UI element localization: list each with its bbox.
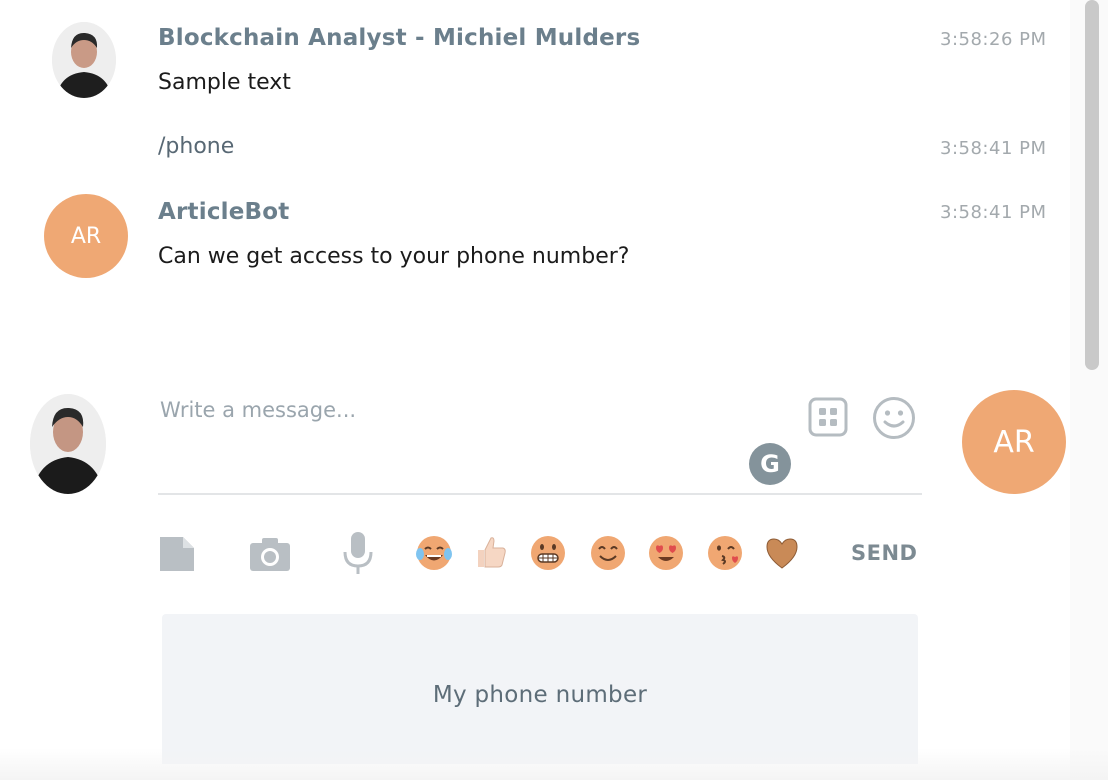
user-avatar: [52, 22, 116, 98]
quick-reply-button[interactable]: My phone number: [162, 614, 918, 764]
message-timestamp: 3:58:41 PM: [940, 202, 1047, 223]
bot-avatar: AR: [44, 194, 128, 278]
scrollbar-thumb[interactable]: [1085, 0, 1099, 370]
message-timestamp: 3:58:41 PM: [940, 138, 1047, 159]
message-text: Sample text: [158, 70, 291, 95]
thumbs-up-emoji[interactable]: [472, 533, 510, 571]
message-command-text: /phone: [158, 134, 235, 159]
file-icon[interactable]: [158, 535, 196, 573]
send-button[interactable]: SEND: [851, 541, 917, 565]
sender-name: Blockchain Analyst - Michiel Mulders: [158, 25, 641, 51]
grammarly-icon[interactable]: G: [749, 443, 791, 485]
message-timestamp: 3:58:26 PM: [940, 29, 1047, 50]
bottom-fade: [0, 748, 1108, 780]
kiss-emoji[interactable]: [706, 534, 744, 572]
microphone-icon[interactable]: [341, 530, 375, 576]
bot-avatar-large: AR: [962, 390, 1066, 494]
heart-emoji[interactable]: [763, 534, 801, 572]
grimace-emoji[interactable]: [529, 534, 567, 572]
smile-emoji[interactable]: [589, 534, 627, 572]
tears-of-joy-emoji[interactable]: [415, 534, 453, 572]
camera-icon[interactable]: [248, 535, 292, 573]
sender-name: ArticleBot: [158, 199, 290, 225]
message-input[interactable]: Write a message...: [160, 398, 356, 422]
message-text: Can we get access to your phone number?: [158, 244, 630, 269]
composer-divider: [158, 493, 922, 495]
current-user-avatar: [30, 394, 106, 494]
apps-grid-icon[interactable]: [808, 397, 848, 437]
heart-eyes-emoji[interactable]: [647, 534, 685, 572]
emoji-picker-icon[interactable]: [872, 396, 916, 440]
